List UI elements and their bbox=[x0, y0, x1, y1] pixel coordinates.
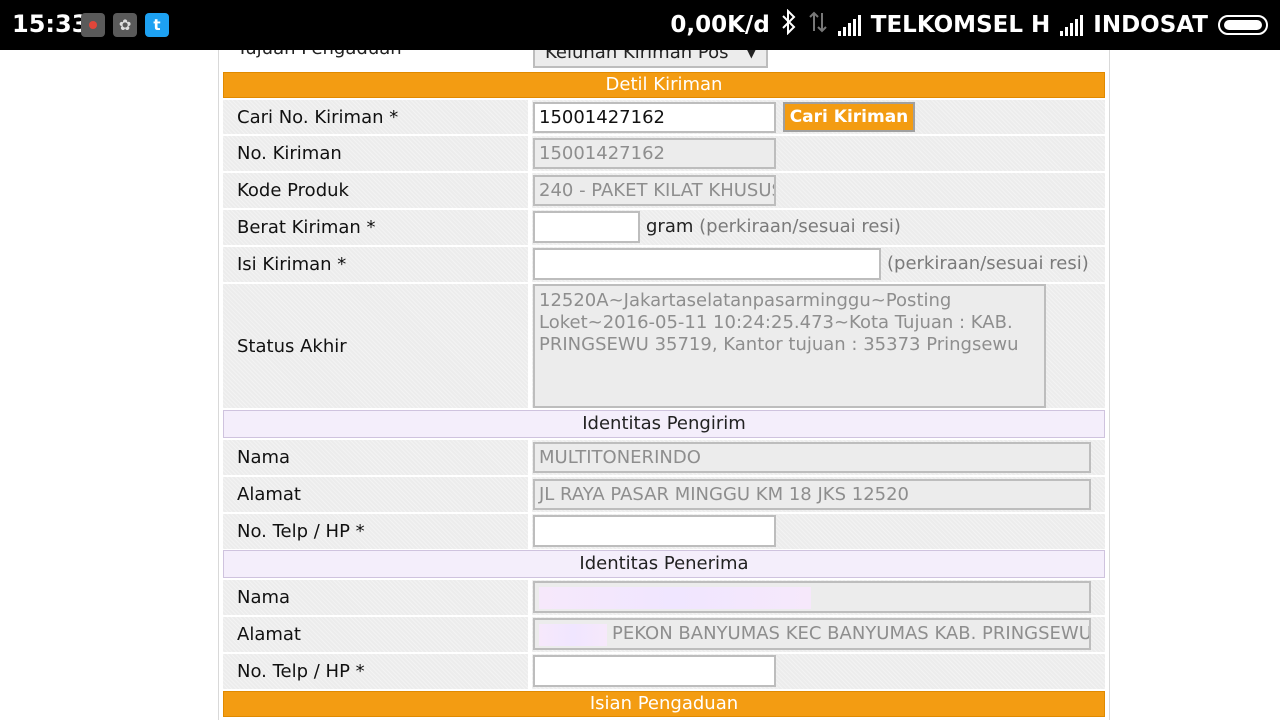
screen-record-icon bbox=[81, 13, 105, 37]
clock: 15:33 bbox=[12, 10, 89, 38]
pengirim-nama-field[interactable]: MULTITONERINDO bbox=[533, 442, 1091, 473]
penerima-nama-label: Nama bbox=[223, 580, 528, 615]
section-isian-pengaduan: Isian Pengaduan bbox=[223, 691, 1105, 717]
cari-kiriman-input[interactable]: 15001427162 bbox=[533, 102, 776, 133]
chevron-down-icon: ▼ bbox=[746, 50, 756, 60]
tujuan-pengaduan-select[interactable]: Keluhan Kiriman Pos ▼ bbox=[533, 50, 768, 68]
tujuan-pengaduan-value: Keluhan Kiriman Pos bbox=[545, 50, 729, 63]
penerima-alamat-text: PEKON BANYUMAS KEC BANYUMAS KAB. PRINGSE… bbox=[612, 623, 1091, 644]
signal-icon-sim1 bbox=[837, 14, 861, 36]
penerima-alamat-field[interactable]: PEKON BANYUMAS KEC BANYUMAS KAB. PRINGSE… bbox=[533, 618, 1091, 650]
data-speed: 0,00K/d bbox=[670, 12, 770, 38]
pengirim-alamat-label: Alamat bbox=[223, 477, 528, 512]
pengirim-telp-input[interactable] bbox=[533, 515, 776, 547]
kode-produk-field[interactable]: 240 - PAKET KILAT KHUSUS bbox=[533, 175, 776, 206]
carrier-2: INDOSAT bbox=[1093, 12, 1208, 38]
isi-kiriman-input[interactable] bbox=[533, 248, 881, 280]
berat-unit: gram bbox=[646, 216, 694, 237]
data-transfer-icon bbox=[808, 9, 828, 41]
battery-icon bbox=[1218, 15, 1268, 35]
no-kiriman-label: No. Kiriman bbox=[223, 136, 528, 171]
redacted-name bbox=[539, 587, 811, 609]
gallery-icon: ✿ bbox=[113, 13, 137, 37]
penerima-alamat-label: Alamat bbox=[223, 617, 528, 652]
carrier-1: TELKOMSEL H bbox=[870, 12, 1051, 38]
penerima-nama-field[interactable] bbox=[533, 581, 1091, 613]
berat-hint: gram (perkiraan/sesuai resi) bbox=[646, 216, 901, 237]
pengirim-telp-label: No. Telp / HP * bbox=[223, 514, 528, 549]
berat-kiriman-label: Berat Kiriman * bbox=[223, 210, 528, 245]
redacted-address bbox=[539, 624, 607, 646]
section-identitas-pengirim: Identitas Pengirim bbox=[223, 410, 1105, 438]
no-kiriman-field[interactable]: 15001427162 bbox=[533, 138, 776, 169]
isi-hint: (perkiraan/sesuai resi) bbox=[887, 253, 1089, 274]
pengirim-alamat-field[interactable]: JL RAYA PASAR MINGGU KM 18 JKS 12520 bbox=[533, 479, 1091, 510]
cari-kiriman-button[interactable]: Cari Kiriman bbox=[783, 102, 915, 132]
isi-kiriman-label: Isi Kiriman * bbox=[223, 247, 528, 282]
penerima-telp-label: No. Telp / HP * bbox=[223, 654, 528, 689]
kode-produk-label: Kode Produk bbox=[223, 173, 528, 208]
bluetooth-icon bbox=[780, 8, 798, 41]
cari-kiriman-label: Cari No. Kiriman * bbox=[223, 100, 528, 134]
penerima-telp-input[interactable] bbox=[533, 655, 776, 687]
status-akhir-field[interactable]: 12520A~Jakartaselatanpasarminggu~Posting… bbox=[533, 284, 1046, 408]
complaint-form-page: Tujuan Pengaduan * Keluhan Kiriman Pos ▼… bbox=[218, 50, 1110, 720]
section-identitas-penerima: Identitas Penerima bbox=[223, 550, 1105, 578]
status-akhir-label: Status Akhir bbox=[223, 284, 528, 408]
section-detil-kiriman: Detil Kiriman bbox=[223, 72, 1105, 98]
tujuan-pengaduan-label: Tujuan Pengaduan * bbox=[237, 50, 416, 59]
status-bar: 15:33 ✿ t 0,00K/d TELKOMSEL H INDOSAT bbox=[0, 0, 1280, 50]
berat-kiriman-input[interactable] bbox=[533, 211, 640, 243]
berat-hint-text: (perkiraan/sesuai resi) bbox=[699, 216, 901, 237]
signal-icon-sim2 bbox=[1060, 14, 1084, 36]
pengirim-nama-label: Nama bbox=[223, 440, 528, 475]
twitter-icon: t bbox=[145, 13, 169, 37]
